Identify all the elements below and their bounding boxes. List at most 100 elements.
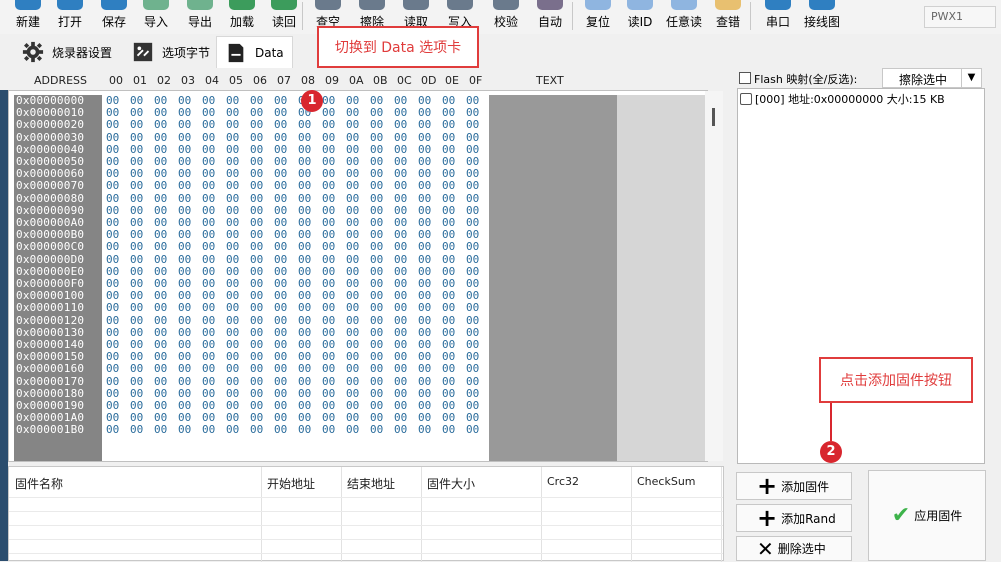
hex-byte-cell[interactable]: 00	[154, 204, 174, 217]
hex-byte-cell[interactable]: 00	[394, 424, 414, 436]
hex-byte-cell[interactable]: 00	[466, 192, 486, 205]
hex-byte-cell[interactable]: 00	[466, 363, 486, 375]
hex-byte-cell[interactable]: 00	[106, 95, 126, 107]
hex-byte-cell[interactable]: 00	[370, 265, 390, 278]
hex-byte-cell[interactable]: 00	[418, 253, 438, 266]
hex-byte-cell[interactable]: 00	[274, 253, 294, 266]
hex-byte-cell[interactable]: 00	[274, 278, 294, 290]
flash-item-checkbox[interactable]	[740, 93, 752, 105]
hex-byte-cell[interactable]: 00	[250, 302, 270, 314]
hex-byte-cell[interactable]: 00	[466, 351, 486, 363]
hex-byte-cell[interactable]: 00	[394, 387, 414, 400]
hex-byte-cell[interactable]: 00	[130, 95, 150, 107]
hex-byte-cell[interactable]: 00	[226, 412, 246, 424]
hex-byte-cell[interactable]: 00	[106, 156, 126, 168]
hex-byte-cell[interactable]: 00	[346, 119, 366, 131]
hex-byte-cell[interactable]: 00	[178, 278, 198, 290]
hex-byte-cell[interactable]: 00	[346, 363, 366, 375]
hex-byte-cell[interactable]: 00	[370, 131, 390, 144]
hex-byte-cell[interactable]: 00	[106, 131, 126, 144]
hex-byte-cell[interactable]: 00	[442, 387, 462, 400]
hex-byte-cell[interactable]: 00	[250, 168, 270, 180]
hex-byte-cell[interactable]: 00	[394, 326, 414, 339]
hex-byte-cell[interactable]: 00	[346, 253, 366, 266]
hex-byte-cell[interactable]: 00	[250, 314, 270, 327]
hex-byte-cell[interactable]: 00	[154, 314, 174, 327]
hex-byte-cell[interactable]: 00	[322, 168, 342, 180]
hex-byte-cell[interactable]: 00	[394, 131, 414, 144]
hex-byte-cell[interactable]: 00	[394, 143, 414, 156]
hex-byte-cell[interactable]: 00	[346, 265, 366, 278]
hex-byte-cell[interactable]: 00	[418, 168, 438, 180]
hex-byte-cell[interactable]: 00	[298, 119, 318, 131]
hex-byte-cell[interactable]: 00	[226, 119, 246, 131]
hex-byte-cell[interactable]: 00	[418, 424, 438, 436]
hex-byte-cell[interactable]: 00	[130, 265, 150, 278]
hex-byte-cell[interactable]: 00	[178, 265, 198, 278]
hex-byte-cell[interactable]: 00	[346, 217, 366, 229]
hex-byte-cell[interactable]: 00	[418, 351, 438, 363]
hex-byte-cell[interactable]: 00	[154, 180, 174, 192]
hex-byte-cell[interactable]: 00	[394, 168, 414, 180]
hex-byte-cell[interactable]: 00	[250, 180, 270, 192]
hex-byte-cell[interactable]: 00	[322, 290, 342, 302]
hex-byte-cell[interactable]: 00	[274, 131, 294, 144]
toolbar-button-save[interactable]: 保存	[92, 0, 136, 32]
hex-byte-cell[interactable]: 00	[202, 253, 222, 266]
hex-byte-cell[interactable]: 00	[130, 143, 150, 156]
hex-byte-cell[interactable]: 00	[370, 424, 390, 436]
hex-byte-cell[interactable]: 00	[322, 363, 342, 375]
hex-byte-cell[interactable]: 00	[466, 375, 486, 388]
hex-byte-cell[interactable]: 00	[130, 192, 150, 205]
hex-byte-cell[interactable]: 00	[322, 412, 342, 424]
hex-byte-cell[interactable]: 00	[322, 143, 342, 156]
hex-byte-cell[interactable]: 00	[106, 412, 126, 424]
hex-byte-cell[interactable]: 00	[298, 351, 318, 363]
hex-byte-cell[interactable]: 00	[274, 265, 294, 278]
hex-byte-cell[interactable]: 00	[298, 278, 318, 290]
hex-byte-cell[interactable]: 00	[298, 192, 318, 205]
hex-byte-cell[interactable]: 00	[442, 180, 462, 192]
hex-byte-cell[interactable]: 00	[250, 265, 270, 278]
hex-byte-cell[interactable]: 00	[370, 375, 390, 388]
hex-byte-cell[interactable]: 00	[322, 107, 342, 119]
hex-byte-cell[interactable]: 00	[130, 412, 150, 424]
hex-byte-cell[interactable]: 00	[250, 241, 270, 253]
hex-byte-cell[interactable]: 00	[226, 143, 246, 156]
hex-byte-cell[interactable]: 00	[466, 241, 486, 253]
hex-byte-cell[interactable]: 00	[370, 168, 390, 180]
hex-byte-cell[interactable]: 00	[178, 241, 198, 253]
flash-map-item[interactable]: [000] 地址:0x00000000 大小:15 KB	[740, 91, 945, 107]
hex-byte-cell[interactable]: 00	[298, 265, 318, 278]
hex-byte-cell[interactable]: 00	[274, 290, 294, 302]
hex-byte-cell[interactable]: 00	[202, 119, 222, 131]
hex-byte-cell[interactable]: 00	[370, 400, 390, 412]
hex-byte-cell[interactable]: 00	[250, 107, 270, 119]
hex-byte-cell[interactable]: 00	[154, 253, 174, 266]
hex-byte-cell[interactable]: 00	[178, 339, 198, 351]
toolbar-button-any-read[interactable]: 任意读	[662, 0, 706, 32]
hex-scrollbar[interactable]	[705, 91, 723, 461]
hex-byte-cell[interactable]: 00	[226, 95, 246, 107]
hex-byte-cell[interactable]: 00	[154, 424, 174, 436]
hex-byte-cell[interactable]: 00	[154, 351, 174, 363]
hex-byte-cell[interactable]: 00	[106, 180, 126, 192]
hex-byte-cell[interactable]: 00	[322, 400, 342, 412]
hex-byte-cell[interactable]: 00	[274, 156, 294, 168]
hex-byte-cell[interactable]: 00	[442, 241, 462, 253]
hex-byte-cell[interactable]: 00	[250, 131, 270, 144]
hex-byte-cell[interactable]: 00	[298, 253, 318, 266]
hex-byte-cell[interactable]: 00	[370, 204, 390, 217]
hex-byte-cell[interactable]: 00	[202, 424, 222, 436]
hex-byte-cell[interactable]: 00	[442, 363, 462, 375]
hex-byte-cell[interactable]: 00	[442, 424, 462, 436]
hex-byte-cell[interactable]: 00	[322, 95, 342, 107]
hex-byte-cell[interactable]: 00	[298, 400, 318, 412]
hex-byte-cell[interactable]: 00	[178, 95, 198, 107]
hex-byte-cell[interactable]: 00	[250, 412, 270, 424]
hex-byte-cell[interactable]: 00	[106, 326, 126, 339]
hex-byte-cell[interactable]: 00	[106, 278, 126, 290]
toolbar-button-open-folder[interactable]: 打开	[48, 0, 92, 32]
hex-byte-cell[interactable]: 00	[250, 400, 270, 412]
hex-byte-cell[interactable]: 00	[322, 326, 342, 339]
